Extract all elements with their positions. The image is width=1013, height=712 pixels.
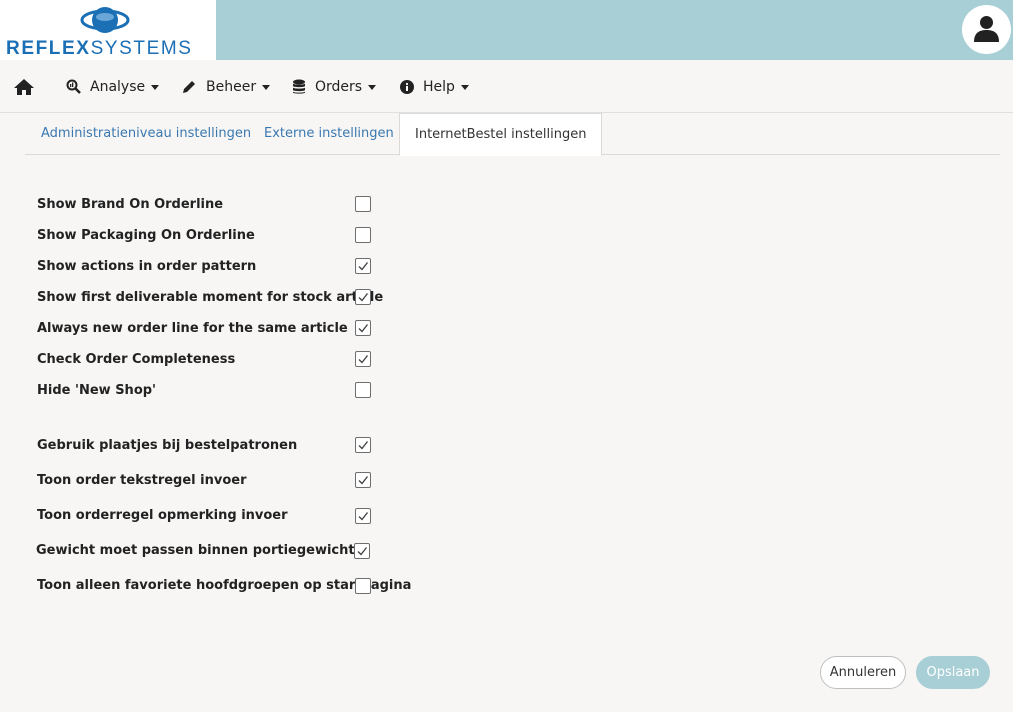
nav-help[interactable]: Help [400, 60, 469, 113]
top-header: REFLEXSYSTEMS [0, 0, 1013, 60]
setting-label: Gewicht moet passen binnen portiegewicht [36, 543, 355, 558]
save-button[interactable]: Opslaan [916, 656, 990, 689]
nav-analyse-label: Analyse [90, 78, 146, 95]
chevron-down-icon [262, 85, 271, 90]
nav-orders-label: Orders [315, 78, 363, 95]
checkmark-icon [358, 355, 369, 364]
chevron-down-icon [368, 85, 377, 90]
setting-checkbox[interactable] [355, 437, 371, 453]
setting-label: Show first deliverable moment for stock … [37, 290, 384, 305]
setting-label: Show Brand On Orderline [37, 197, 224, 212]
setting-label: Gebruik plaatjes bij bestelpatronen [37, 438, 298, 453]
settings-tabs: Administratieniveau instellingen Externe… [25, 113, 1000, 156]
checkmark-icon [358, 324, 369, 333]
setting-checkbox[interactable] [355, 508, 371, 524]
checkmark-icon [358, 441, 369, 450]
search-chart-icon [66, 79, 81, 94]
setting-checkbox[interactable] [355, 258, 371, 274]
user-icon [974, 16, 999, 42]
setting-checkbox[interactable] [355, 289, 371, 305]
nav-orders[interactable]: Orders [292, 60, 377, 113]
chevron-down-icon [460, 85, 469, 90]
nav-home[interactable] [13, 60, 44, 113]
checkmark-icon [358, 512, 369, 521]
checkmark-icon [358, 262, 369, 271]
setting-label: Toon orderregel opmerking invoer [37, 508, 288, 523]
setting-label: Show actions in order pattern [37, 259, 257, 274]
nav-analyse[interactable]: Analyse [66, 60, 160, 113]
checkmark-icon [358, 293, 369, 302]
nav-beheer-label: Beheer [206, 78, 257, 95]
setting-checkbox[interactable] [355, 351, 371, 367]
user-avatar[interactable] [962, 5, 1011, 54]
main-navigation: Analyse Beheer Orders Help [0, 60, 1013, 113]
tab-internetbestel[interactable]: InternetBestel instellingen [399, 113, 603, 156]
checkmark-icon [357, 547, 368, 556]
nav-beheer[interactable]: Beheer [181, 60, 271, 113]
globe-logo-icon [80, 7, 130, 33]
cancel-button[interactable]: Annuleren [820, 656, 906, 689]
brand-logo[interactable]: REFLEXSYSTEMS [0, 0, 216, 60]
setting-label: Show Packaging On Orderline [37, 228, 255, 243]
setting-checkbox[interactable] [355, 320, 371, 336]
setting-checkbox[interactable] [355, 382, 371, 398]
home-icon [14, 78, 34, 95]
setting-label: Always new order line for the same artic… [37, 321, 348, 336]
brand-wordmark: REFLEXSYSTEMS [6, 38, 193, 59]
tab-externe[interactable]: Externe instellingen [264, 113, 394, 155]
checkmark-icon [358, 476, 369, 485]
chevron-down-icon [151, 85, 160, 90]
nav-help-label: Help [423, 78, 455, 95]
setting-label: Check Order Completeness [37, 352, 236, 367]
setting-checkbox[interactable] [355, 472, 371, 488]
tab-administratieniveau[interactable]: Administratieniveau instellingen [41, 113, 251, 155]
setting-checkbox[interactable] [355, 578, 371, 594]
setting-checkbox[interactable] [354, 543, 370, 559]
setting-label: Hide 'New Shop' [37, 383, 157, 398]
pencil-icon [183, 80, 195, 93]
database-icon [293, 79, 305, 94]
setting-label: Toon order tekstregel invoer [37, 473, 247, 488]
setting-checkbox[interactable] [355, 196, 371, 212]
setting-checkbox[interactable] [355, 227, 371, 243]
info-icon [400, 79, 414, 94]
